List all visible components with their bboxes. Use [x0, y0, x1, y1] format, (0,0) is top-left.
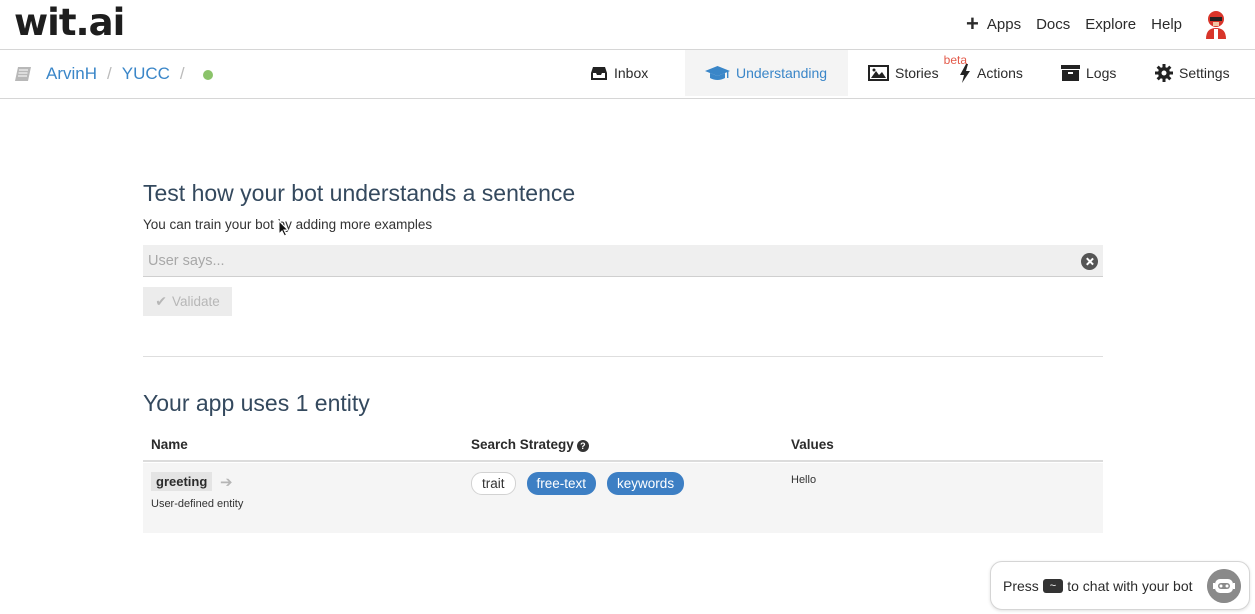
breadcrumb: ArvinH / YUCC / — [14, 50, 213, 98]
help-icon[interactable]: ? — [576, 440, 589, 452]
strategy-chip-trait[interactable]: trait — [471, 472, 516, 495]
breadcrumb-separator: / — [107, 64, 112, 83]
column-header-name: Name — [151, 437, 188, 452]
entities-heading: Your app uses 1 entity — [143, 390, 370, 416]
bot-icon[interactable] — [1207, 569, 1241, 603]
tab-stories[interactable]: Stories beta — [848, 50, 967, 96]
archive-icon — [1061, 65, 1080, 81]
strategy-chip-free-text[interactable]: free-text — [526, 472, 597, 495]
gear-icon — [1155, 64, 1173, 82]
test-heading: Test how your bot understands a sentence — [143, 180, 576, 206]
validate-label: Validate — [171, 294, 220, 309]
chat-hint-suffix: to chat with your bot — [1067, 577, 1193, 594]
tab-logs[interactable]: Logs — [1060, 50, 1154, 96]
graduation-cap-icon — [705, 65, 730, 80]
test-input-wrapper — [143, 245, 1103, 277]
image-icon — [868, 65, 889, 81]
nav-docs[interactable]: Docs — [1036, 16, 1070, 33]
nav-apps[interactable]: Apps — [987, 16, 1021, 33]
app-status-dot — [202, 70, 213, 80]
nav-explore[interactable]: Explore — [1085, 16, 1136, 33]
wit-logo[interactable]: wit.ai — [14, 1, 125, 44]
tab-label: Logs — [1086, 65, 1117, 81]
column-header-strategy: Search Strategy? — [471, 437, 589, 452]
tab-settings[interactable]: Settings — [1154, 50, 1255, 96]
table-row[interactable]: greeting ➔ User-defined entity trait fre… — [143, 463, 1103, 533]
tab-actions[interactable]: Actions — [958, 50, 1060, 96]
user-says-input[interactable] — [143, 245, 1103, 276]
tab-label: Inbox — [614, 65, 649, 81]
strategy-chip-keywords[interactable]: keywords — [607, 472, 685, 495]
entity-values: Hello — [791, 474, 817, 486]
top-nav: + Apps Docs Explore Help — [966, 0, 1229, 48]
top-bar: wit.ai + Apps Docs Explore Help — [0, 0, 1255, 50]
tab-inbox[interactable]: Inbox — [568, 50, 685, 96]
tab-label: Actions — [977, 65, 1023, 81]
chat-hint: Press ~ to chat with your bot — [1003, 578, 1193, 594]
bolt-icon — [960, 63, 970, 83]
breadcrumb-separator: / — [179, 64, 185, 83]
plus-icon[interactable]: + — [966, 13, 979, 35]
section-divider — [143, 356, 1103, 357]
column-header-values: Values — [791, 437, 834, 452]
entity-description: User-defined entity — [151, 498, 244, 510]
chat-widget[interactable]: Press ~ to chat with your bot — [990, 561, 1250, 610]
validate-button[interactable]: ✔ Validate — [143, 287, 232, 316]
mouse-cursor-icon — [278, 220, 289, 237]
entities-table-header: Name Search Strategy? Values — [143, 434, 1103, 462]
tab-understanding[interactable]: Understanding — [685, 50, 848, 96]
check-icon: ✔ — [155, 293, 167, 309]
book-icon — [15, 67, 31, 81]
arrow-right-icon[interactable]: ➔ — [220, 473, 233, 491]
strategy-chips: trait free-text keywords — [471, 472, 685, 495]
tab-label: Understanding — [736, 65, 828, 81]
breadcrumb-user[interactable]: ArvinH — [46, 64, 97, 84]
inbox-icon — [591, 66, 607, 80]
tab-label: Settings — [1179, 65, 1230, 81]
clear-icon[interactable] — [1081, 253, 1098, 270]
nav-help[interactable]: Help — [1151, 16, 1182, 33]
entity-name[interactable]: greeting — [151, 472, 213, 491]
app-tabs: Inbox Understanding Stories beta Actions… — [568, 50, 1255, 98]
tilde-key: ~ — [1042, 578, 1064, 593]
chat-hint-prefix: Press — [1003, 577, 1039, 594]
user-avatar[interactable] — [1203, 9, 1229, 39]
tab-label: Stories — [895, 65, 939, 81]
breadcrumb-app[interactable]: YUCC — [122, 64, 170, 84]
app-bar: ArvinH / YUCC / Inbox Understanding Stor… — [0, 50, 1255, 99]
